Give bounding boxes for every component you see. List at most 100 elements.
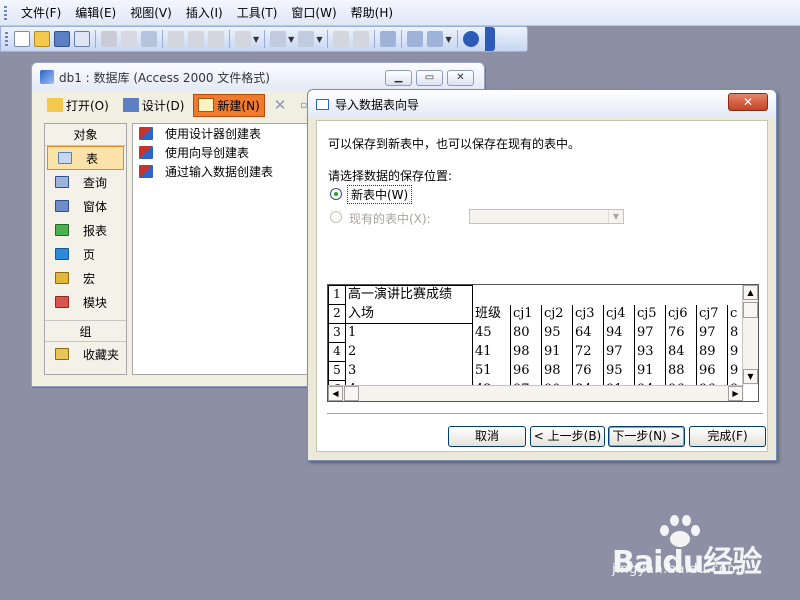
undo-icon[interactable] bbox=[235, 31, 251, 47]
create-table-wizard-icon bbox=[139, 146, 153, 159]
preview-horizontal-scrollbar[interactable]: ◀ ▶ bbox=[328, 385, 744, 401]
table-cell: 93 bbox=[634, 342, 666, 362]
toolbar-options-icon[interactable] bbox=[484, 27, 495, 51]
object-label: 页 bbox=[83, 247, 96, 262]
radio-existing-table[interactable] bbox=[330, 211, 342, 223]
save-icon[interactable] bbox=[54, 31, 70, 47]
new-button[interactable]: 新建(N) bbox=[193, 93, 265, 117]
table-cell bbox=[697, 286, 728, 305]
favorites-label: 收藏夹 bbox=[83, 347, 120, 362]
preview-vertical-scrollbar[interactable]: ▲ ▼ bbox=[742, 285, 758, 385]
object-macros[interactable]: 宏 bbox=[45, 266, 126, 290]
row-number: 5 bbox=[328, 361, 346, 381]
scroll-right-icon[interactable]: ▶ bbox=[728, 386, 743, 401]
table-cell: 96 bbox=[696, 361, 728, 381]
menu-help[interactable]: 帮助(H) bbox=[345, 2, 399, 23]
object-tables[interactable]: 表 bbox=[47, 146, 124, 170]
groups-header[interactable]: 组 bbox=[45, 320, 126, 342]
print-preview-icon[interactable] bbox=[121, 31, 137, 47]
close-button[interactable]: ✕ bbox=[447, 70, 474, 86]
minimize-button[interactable]: ▁ bbox=[385, 70, 412, 86]
menu-file[interactable]: 文件(F) bbox=[15, 2, 67, 23]
database-window-title: db1 : 数据库 (Access 2000 文件格式) bbox=[59, 70, 270, 85]
design-button[interactable]: 设计(D) bbox=[118, 94, 190, 117]
script-icon[interactable] bbox=[353, 31, 370, 47]
table-cell: 88 bbox=[665, 361, 697, 381]
table-cell: 95 bbox=[541, 323, 573, 343]
office-links-icon[interactable] bbox=[270, 31, 287, 47]
new-label: 新建(N) bbox=[217, 98, 260, 113]
table-cell: 51 bbox=[472, 361, 511, 381]
menu-insert[interactable]: 插入(I) bbox=[180, 2, 229, 23]
table-cell bbox=[666, 286, 697, 305]
open-button[interactable]: 打开(O) bbox=[42, 94, 114, 117]
office-links-dropdown-icon[interactable]: ▼ bbox=[288, 35, 294, 44]
print-icon[interactable] bbox=[101, 31, 117, 47]
table-row: 2 入场 班级 cj1 cj2 cj3 cj4 cj5 cj6 cj7 c bbox=[328, 304, 742, 324]
open-icon[interactable] bbox=[34, 31, 50, 47]
table-cell: 72 bbox=[572, 342, 604, 362]
finish-button[interactable]: 完成(F) bbox=[689, 426, 766, 447]
delete-button[interactable]: ✕ bbox=[269, 93, 292, 117]
table-cell: c bbox=[727, 304, 742, 324]
scroll-thumb[interactable] bbox=[344, 386, 359, 401]
new-icon[interactable] bbox=[14, 31, 30, 47]
menu-window[interactable]: 窗口(W) bbox=[285, 2, 342, 23]
cut-icon[interactable] bbox=[168, 31, 184, 47]
scroll-left-icon[interactable]: ◀ bbox=[328, 386, 343, 401]
menu-view[interactable]: 视图(V) bbox=[124, 2, 178, 23]
back-button[interactable]: < 上一步(B) bbox=[530, 426, 605, 447]
object-reports[interactable]: 报表 bbox=[45, 218, 126, 242]
existing-table-select[interactable]: ▼ bbox=[469, 209, 624, 224]
maximize-button[interactable]: ▭ bbox=[416, 70, 443, 86]
table-cell: 84 bbox=[665, 342, 697, 362]
menubar-grip[interactable] bbox=[4, 5, 7, 20]
dialog-close-button[interactable]: ✕ bbox=[728, 93, 768, 111]
table-cell: 入场 bbox=[345, 304, 473, 324]
table-cell: 41 bbox=[472, 342, 511, 362]
next-button[interactable]: 下一步(N) > bbox=[608, 426, 685, 447]
object-forms[interactable]: 窗体 bbox=[45, 194, 126, 218]
spelling-icon[interactable] bbox=[141, 31, 157, 47]
paste-icon[interactable] bbox=[208, 31, 224, 47]
analyze-dropdown-icon[interactable]: ▼ bbox=[316, 35, 322, 44]
scroll-down-icon[interactable]: ▼ bbox=[743, 369, 758, 384]
scroll-thumb[interactable] bbox=[743, 302, 758, 318]
help-icon[interactable] bbox=[462, 31, 479, 47]
undo-dropdown-icon[interactable]: ▼ bbox=[253, 35, 259, 44]
objects-header[interactable]: 对象 bbox=[45, 124, 126, 146]
database-window-titlebar[interactable]: db1 : 数据库 (Access 2000 文件格式) ▁ ▭ ✕ bbox=[32, 63, 484, 91]
menu-edit[interactable]: 编辑(E) bbox=[69, 2, 122, 23]
object-queries[interactable]: 查询 bbox=[45, 170, 126, 194]
dialog-titlebar[interactable]: 导入数据表向导 ✕ bbox=[308, 90, 776, 118]
table-cell bbox=[542, 286, 573, 305]
table-cell: cj6 bbox=[665, 304, 697, 324]
file-search-icon[interactable] bbox=[74, 31, 90, 47]
code-icon[interactable] bbox=[333, 31, 350, 47]
scroll-up-icon[interactable]: ▲ bbox=[743, 285, 758, 300]
menu-tools[interactable]: 工具(T) bbox=[231, 2, 284, 23]
object-label: 查询 bbox=[83, 175, 108, 190]
table-cell bbox=[728, 286, 742, 305]
design-icon bbox=[122, 98, 139, 112]
object-modules[interactable]: 模块 bbox=[45, 290, 126, 314]
object-pages[interactable]: 页 bbox=[45, 242, 126, 266]
new-object-icon[interactable] bbox=[427, 31, 444, 47]
module-icon bbox=[55, 296, 69, 308]
radio-new-table-label[interactable]: 新表中(W) bbox=[347, 185, 413, 204]
toolbar-grip[interactable] bbox=[5, 32, 8, 46]
properties-icon[interactable] bbox=[380, 31, 397, 47]
analyze-icon[interactable] bbox=[298, 31, 315, 47]
new-object-dropdown-icon[interactable]: ▼ bbox=[445, 35, 451, 44]
object-label: 窗体 bbox=[83, 199, 108, 214]
cancel-button[interactable]: 取消 bbox=[448, 426, 526, 447]
table-cell: 91 bbox=[541, 342, 573, 362]
table-cell: cj1 bbox=[510, 304, 542, 324]
group-favorites[interactable]: 收藏夹 bbox=[45, 342, 126, 366]
relationships-icon[interactable] bbox=[407, 31, 424, 47]
radio-new-table[interactable] bbox=[330, 188, 342, 200]
copy-icon[interactable] bbox=[188, 31, 204, 47]
table-cell: 97 bbox=[603, 342, 635, 362]
divider bbox=[327, 413, 763, 415]
table-cell: 1 bbox=[345, 323, 473, 343]
